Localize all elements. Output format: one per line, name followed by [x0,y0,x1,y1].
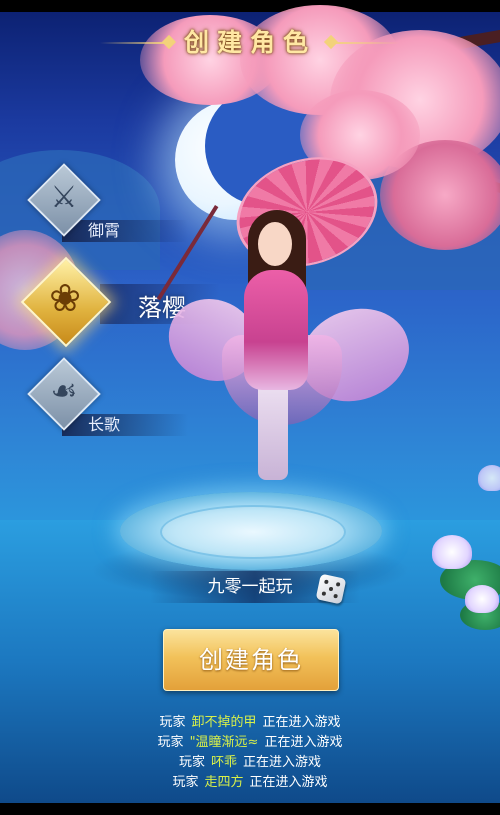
ticker-player-name: 走四方 [204,775,244,790]
character-face [258,222,292,266]
ticker-row: 玩家 吥乖 正在进入游戏 [0,753,500,773]
ticker-player-name: 卸不掉的甲 [191,715,257,730]
lotus-flower [432,535,472,569]
random-name-dice-icon[interactable] [315,573,347,605]
lotus-flower [465,585,499,613]
ticker-row: 玩家 走四方 正在进入游戏 [0,773,500,793]
ticker-row: 玩家 "温瞳渐远≈ 正在进入游戏 [0,733,500,753]
ticker-player-name: 吥乖 [210,755,237,770]
character-body [244,270,308,390]
ticker-prefix: 玩家 [172,775,199,790]
create-character-button[interactable]: 创建角色 [163,629,339,691]
ticker-prefix: 玩家 [157,735,184,750]
character-model[interactable] [0,0,500,500]
bottom-letterbox [0,803,500,815]
ticker-prefix: 玩家 [178,755,205,770]
pedestal-top [160,505,346,559]
ticker-suffix: 正在进入游戏 [243,755,322,770]
ticker-suffix: 正在进入游戏 [249,775,328,790]
ticker-suffix: 正在进入游戏 [264,735,343,750]
ticker-player-name: "温瞳渐远≈ [189,735,259,750]
ticker-row: 玩家 卸不掉的甲 正在进入游戏 [0,713,500,733]
game-screen: 创建角色 御霄 ⚔ ❀ 落樱 长歌 ☙ 九零一起玩 创建角色 玩家 卸不掉的甲 … [0,0,500,815]
umbrella-handle [156,205,219,301]
ticker-suffix: 正在进入游戏 [262,715,341,730]
ticker-prefix: 玩家 [159,715,186,730]
player-join-ticker: 玩家 卸不掉的甲 正在进入游戏 玩家 "温瞳渐远≈ 正在进入游戏 玩家 吥乖 正在进入游戏 … [0,713,500,793]
